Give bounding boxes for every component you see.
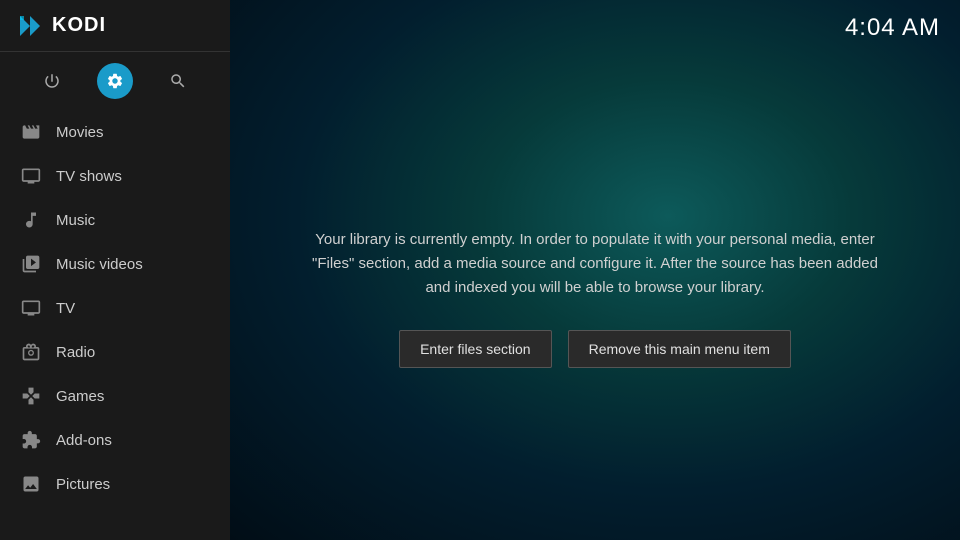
sidebar-item-musicvideos-label: Music videos [56,256,143,273]
sidebar-header: KODI [0,0,230,52]
music-icon [20,209,42,231]
kodi-logo-text: KODI [52,14,106,37]
remove-menu-item-button[interactable]: Remove this main menu item [568,330,791,368]
action-buttons: Enter files section Remove this main men… [399,330,791,368]
power-button[interactable] [34,63,70,99]
app-container: KODI [0,0,960,540]
sidebar-item-movies-label: Movies [56,124,104,141]
movies-icon [20,121,42,143]
sidebar-item-tvshows-label: TV shows [56,168,122,185]
sidebar-item-tv-label: TV [56,300,75,317]
games-icon [20,385,42,407]
empty-library-message: Your library is currently empty. In orde… [310,228,880,300]
sidebar-item-pictures-label: Pictures [56,476,110,493]
sidebar-item-radio[interactable]: Radio [0,330,230,374]
sidebar-item-addons-label: Add-ons [56,432,112,449]
kodi-logo-icon [16,12,44,40]
sidebar: KODI [0,0,230,540]
sidebar-item-music[interactable]: Music [0,198,230,242]
sidebar-item-movies[interactable]: Movies [0,110,230,154]
sidebar-item-games-label: Games [56,388,104,405]
settings-button[interactable] [97,63,133,99]
musicvideos-icon [20,253,42,275]
sidebar-item-games[interactable]: Games [0,374,230,418]
sidebar-icons-row [0,52,230,110]
content-area: Your library is currently empty. In orde… [230,56,960,540]
search-button[interactable] [160,63,196,99]
enter-files-button[interactable]: Enter files section [399,330,552,368]
pictures-icon [20,473,42,495]
radio-icon [20,341,42,363]
power-icon [43,72,61,90]
sidebar-item-musicvideos[interactable]: Music videos [0,242,230,286]
livetv-icon [20,297,42,319]
sidebar-item-addons[interactable]: Add-ons [0,418,230,462]
tvshows-icon [20,165,42,187]
top-bar: 4:04 AM [230,0,960,56]
settings-icon [106,72,124,90]
sidebar-nav: Movies TV shows Music Musi [0,110,230,540]
sidebar-item-music-label: Music [56,212,95,229]
sidebar-item-tv[interactable]: TV [0,286,230,330]
search-icon [169,72,187,90]
sidebar-item-radio-label: Radio [56,344,95,361]
sidebar-item-tvshows[interactable]: TV shows [0,154,230,198]
sidebar-item-pictures[interactable]: Pictures [0,462,230,506]
time-display: 4:04 AM [845,14,940,42]
main-content: 4:04 AM Your library is currently empty.… [230,0,960,540]
kodi-logo: KODI [16,12,106,40]
addons-icon [20,429,42,451]
